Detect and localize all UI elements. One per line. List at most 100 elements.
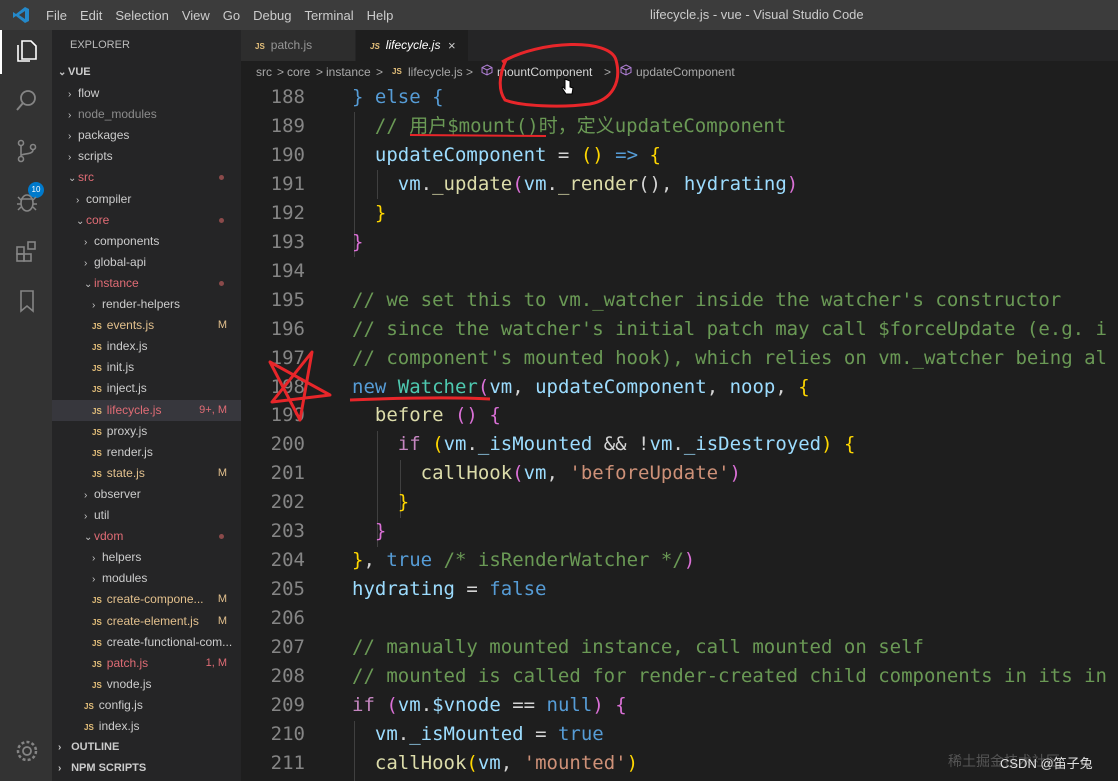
menu-item-terminal[interactable]: Terminal: [304, 8, 353, 23]
line-number: 197: [270, 346, 305, 369]
chevron-right-icon: ›: [92, 553, 96, 565]
file-render-js[interactable]: JS render.js: [52, 442, 241, 463]
menu-item-selection[interactable]: Selection: [115, 8, 168, 23]
gear-icon[interactable]: [14, 738, 40, 764]
breadcrumb-mountcomponent[interactable]: mountComponent: [497, 61, 592, 83]
explorer-header: EXPLORER: [70, 39, 130, 51]
window-title: lifecycle.js - vue - Visual Studio Code: [650, 7, 864, 22]
code-line: callHook(vm, 'mounted'): [374, 751, 639, 774]
folder-packages[interactable]: › packages: [52, 125, 241, 146]
menu-item-debug[interactable]: Debug: [253, 8, 291, 23]
file-proxy-js[interactable]: JS proxy.js: [52, 421, 241, 442]
outline-section[interactable]: › OUTLINE: [52, 737, 241, 758]
code-line: vm._update(vm._render(), hydrating): [397, 172, 799, 195]
tree-item-label: scripts: [78, 149, 113, 164]
folder-render-helpers[interactable]: › render-helpers: [52, 294, 241, 315]
file-patch-js[interactable]: JS patch.js 1, M: [52, 653, 241, 674]
breadcrumb-lifecycle-js[interactable]: lifecycle.js: [408, 61, 463, 83]
code-line: if (vm.$vnode == null) {: [352, 693, 627, 716]
chevron-right-icon: ›: [68, 110, 72, 122]
js-file-icon: JS: [92, 448, 102, 458]
search-icon[interactable]: [14, 88, 40, 114]
file-vnode-js[interactable]: JS vnode.js: [52, 674, 241, 695]
menu-item-help[interactable]: Help: [367, 8, 394, 23]
file-create-compone-[interactable]: JS create-compone... M: [52, 589, 241, 610]
folder-modules[interactable]: › modules: [52, 568, 241, 589]
debug-icon[interactable]: [14, 188, 40, 214]
npm-scripts-section[interactable]: › NPM SCRIPTS: [52, 758, 241, 779]
file-create-element-js[interactable]: JS create-element.js M: [52, 611, 241, 632]
folder-util[interactable]: › util: [52, 505, 241, 526]
js-file-icon: JS: [84, 723, 94, 732]
folder-helpers[interactable]: › helpers: [52, 547, 241, 568]
line-number: 199: [270, 404, 305, 427]
tab-lifecycle-js[interactable]: JS lifecycle.js ×: [356, 30, 468, 61]
file-init-js[interactable]: JS init.js: [52, 357, 241, 378]
tree-item-label: vdom: [94, 529, 124, 544]
file-index-js[interactable]: JS index.js: [52, 336, 241, 357]
file-lifecycle-js[interactable]: JS lifecycle.js 9+, M: [52, 399, 241, 421]
folder-compiler[interactable]: › compiler: [52, 189, 241, 210]
tree-item-label: vnode.js: [106, 676, 152, 691]
folder-vdom[interactable]: ⌄ vdom: [52, 526, 241, 547]
js-file-icon: JS: [92, 322, 102, 332]
folder-global-api[interactable]: › global-api: [52, 252, 241, 273]
tree-item-label: create-compone...: [106, 592, 204, 607]
file-inject-js[interactable]: JS inject.js: [52, 378, 241, 399]
menu-item-edit[interactable]: Edit: [80, 8, 102, 23]
file-config-js[interactable]: JS config.js: [52, 695, 241, 716]
chevron-right-icon: >: [466, 65, 474, 79]
folder-components[interactable]: › components: [52, 231, 241, 252]
breadcrumb-src[interactable]: src: [256, 61, 272, 83]
file-events-js[interactable]: JS events.js M: [52, 315, 241, 336]
explorer-icon[interactable]: [14, 38, 40, 64]
tree-item-label: events.js: [106, 318, 155, 333]
file-index-js[interactable]: JS index.js: [52, 716, 241, 737]
tree-item-label: core: [86, 212, 110, 227]
code-line: before () {: [374, 404, 501, 427]
menu-item-view[interactable]: View: [182, 8, 210, 23]
code-editor[interactable]: 188} else {189 // 用户$mount()时，定义updateCo…: [241, 83, 1118, 781]
extensions-icon[interactable]: [14, 238, 40, 264]
breadcrumb-core[interactable]: core: [287, 61, 310, 83]
folder-src[interactable]: ⌄ src: [52, 167, 241, 188]
line-number: 189: [270, 114, 305, 137]
close-icon[interactable]: ×: [448, 30, 456, 61]
file-state-js[interactable]: JS state.js M: [52, 463, 241, 484]
tree-item-label: render-helpers: [102, 297, 181, 311]
folder-node-modules[interactable]: › node_modules: [52, 104, 241, 125]
line-number: 209: [270, 693, 305, 716]
tab-patch-js[interactable]: JS patch.js: [241, 30, 355, 61]
source-control-icon[interactable]: [14, 138, 40, 164]
js-file-icon: JS: [92, 469, 102, 479]
active-indicator: [0, 30, 2, 74]
chevron-down-icon: ⌄: [84, 278, 93, 290]
tree-item-label: node_modules: [78, 107, 157, 122]
folder-scripts[interactable]: › scripts: [52, 146, 241, 167]
menu-item-go[interactable]: Go: [223, 8, 240, 23]
folder-core[interactable]: ⌄ core: [52, 210, 241, 231]
tree-item-label: lifecycle.js: [106, 402, 162, 417]
bookmark-icon[interactable]: [14, 288, 40, 314]
cube-icon: [620, 61, 632, 83]
vscode-logo-icon: [12, 6, 30, 28]
breadcrumb-updatecomponent[interactable]: updateComponent: [636, 61, 735, 83]
tree-item-label: index.js: [106, 339, 148, 354]
code-line: // we set this to vm._watcher inside the…: [352, 288, 1062, 311]
breadcrumb-instance[interactable]: instance: [326, 61, 371, 83]
folder-flow[interactable]: › flow: [52, 83, 241, 104]
menu-item-file[interactable]: File: [46, 8, 67, 23]
code-line: }: [352, 230, 364, 253]
line-number: 188: [270, 86, 305, 108]
line-number: 194: [270, 259, 305, 282]
line-number: 198: [270, 375, 305, 398]
root-folder-vue[interactable]: ⌄ VUE: [52, 62, 241, 83]
folder-observer[interactable]: › observer: [52, 484, 241, 505]
editor-tabs: JS patch.js JS lifecycle.js ×: [241, 30, 1118, 61]
line-number: 207: [270, 636, 305, 659]
file-create-functional-com-[interactable]: JS create-functional-com...: [52, 632, 241, 653]
tree-item-label: config.js: [98, 697, 143, 712]
code-line: }, true /* isRenderWatcher */): [352, 549, 696, 572]
folder-instance[interactable]: ⌄ instance: [52, 273, 241, 294]
menu-bar: File Edit Selection View Go Debug Terminal Help: [46, 0, 393, 30]
